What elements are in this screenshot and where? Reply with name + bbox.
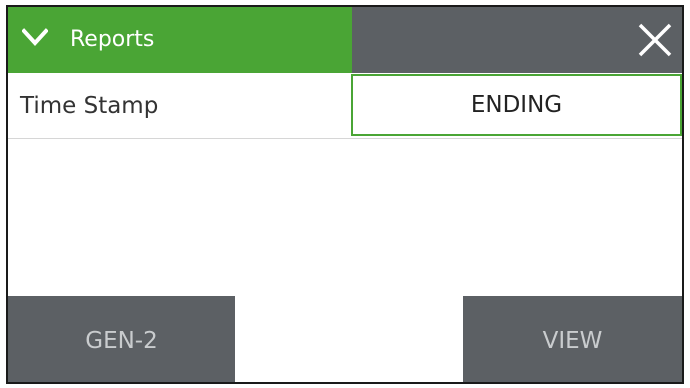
time-stamp-label: Time Stamp bbox=[20, 93, 159, 119]
close-icon bbox=[636, 23, 674, 63]
reports-panel: Reports Time Stamp ENDING GEN-2 VIEW bbox=[6, 5, 684, 384]
close-button[interactable] bbox=[636, 21, 674, 59]
time-stamp-selector[interactable]: ENDING bbox=[351, 74, 682, 136]
reports-dropdown-toggle[interactable]: Reports bbox=[8, 7, 352, 73]
view-button[interactable]: VIEW bbox=[463, 296, 682, 382]
panel-title: Reports bbox=[70, 27, 155, 52]
panel-header: Reports bbox=[8, 7, 682, 73]
time-stamp-row: Time Stamp ENDING bbox=[8, 73, 682, 139]
chevron-down-icon bbox=[21, 28, 49, 48]
gen-2-button[interactable]: GEN-2 bbox=[8, 296, 235, 382]
